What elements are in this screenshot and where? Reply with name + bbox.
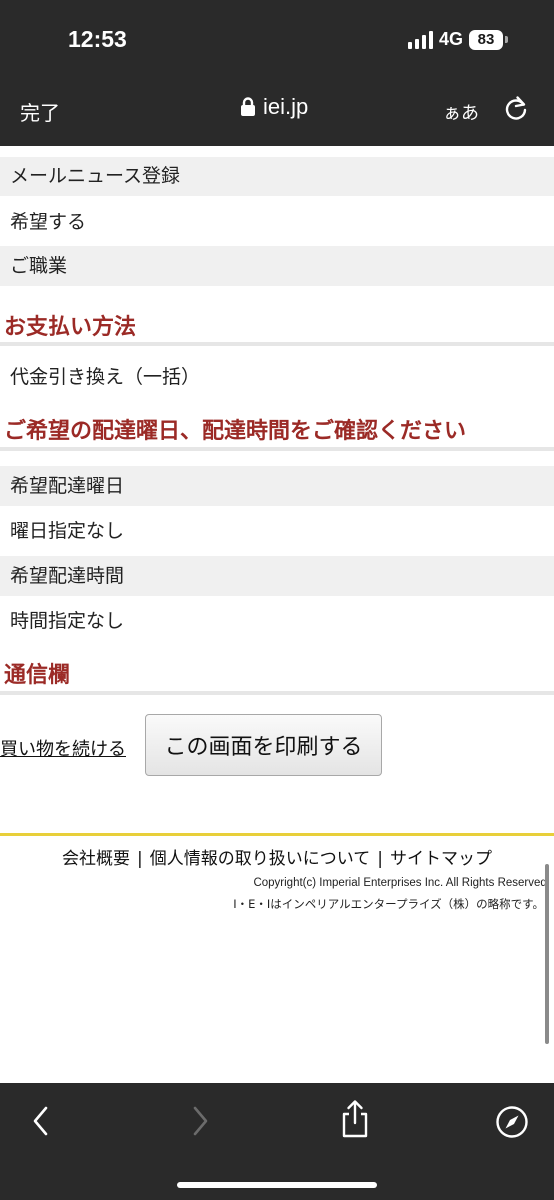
footer-links: 会社概要 | 個人情報の取り扱いについて | サイトマップ [0,844,554,869]
reload-button[interactable] [503,95,529,126]
delivery-day-label-row: 希望配達曜日 [0,466,554,506]
delivery-heading: ご希望の配達曜日、配達時間をご確認ください [4,419,467,444]
back-button[interactable] [28,1103,54,1142]
occupation-label-row: ご職業 [0,246,554,286]
forward-button[interactable] [187,1103,213,1142]
done-button[interactable]: 完了 [20,97,60,126]
delivery-time-label-row: 希望配達時間 [0,556,554,596]
payment-value-row: 代金引き換え（一括） [0,357,554,397]
safari-compass-button[interactable] [495,1105,529,1142]
browser-top-bar: 12:53 4G 83 完了 iei.jp ぁあ [0,0,554,146]
continue-shopping-link[interactable]: 買い物を続ける [0,735,126,761]
print-page-button[interactable]: この画面を印刷する [145,714,382,776]
footer-link-sitemap[interactable]: サイトマップ [390,849,492,869]
status-indicators: 4G 83 [407,29,508,50]
address-bar[interactable]: iei.jp [240,94,308,120]
footer-link-privacy[interactable]: 個人情報の取り扱いについて [150,849,371,869]
footer-separator: | [137,849,143,869]
footer-divider [0,833,554,836]
communication-heading: 通信欄 [4,663,71,688]
trademark-text: I・E・Iはインペリアルエンタープライズ（株）の略称です。 [233,897,544,911]
footer-link-company[interactable]: 会社概要 [62,849,130,869]
forward-icon [193,1106,208,1136]
mail-news-value: 希望する [10,211,87,233]
delivery-time-value-row: 時間指定なし [0,601,554,641]
mail-news-label-row: メールニュース登録 [0,157,554,196]
payment-heading: お支払い方法 [4,315,137,340]
reload-icon [505,96,527,120]
url-text: iei.jp [263,94,309,119]
battery-level: 83 [469,29,503,50]
payment-value: 代金引き換え（一括） [10,366,201,388]
share-icon [342,1100,368,1138]
delivery-time-value: 時間指定なし [10,610,125,632]
communication-divider [0,691,554,695]
mail-news-label: メールニュース登録 [10,165,181,187]
back-icon [33,1106,48,1136]
delivery-day-value: 曜日指定なし [10,520,125,542]
copyright-text: Copyright(c) Imperial Enterprises Inc. A… [253,877,550,889]
compass-icon [496,1106,528,1138]
delivery-day-label: 希望配達曜日 [10,475,125,497]
home-indicator [177,1182,377,1188]
delivery-time-label: 希望配達時間 [10,565,125,587]
mail-news-value-row: 希望する [0,202,554,242]
occupation-label: ご職業 [10,255,68,277]
footer-separator: | [377,849,383,869]
scrollbar[interactable] [545,864,549,1044]
text-size-button[interactable]: ぁあ [443,99,479,125]
share-button[interactable] [339,1099,371,1142]
delivery-day-value-row: 曜日指定なし [0,511,554,551]
delivery-divider [0,447,554,451]
battery-icon: 83 [469,29,508,50]
payment-divider [0,342,554,346]
status-time: 12:53 [68,26,127,52]
network-type: 4G [438,29,463,49]
signal-icon [407,30,433,49]
lock-icon [241,97,255,116]
